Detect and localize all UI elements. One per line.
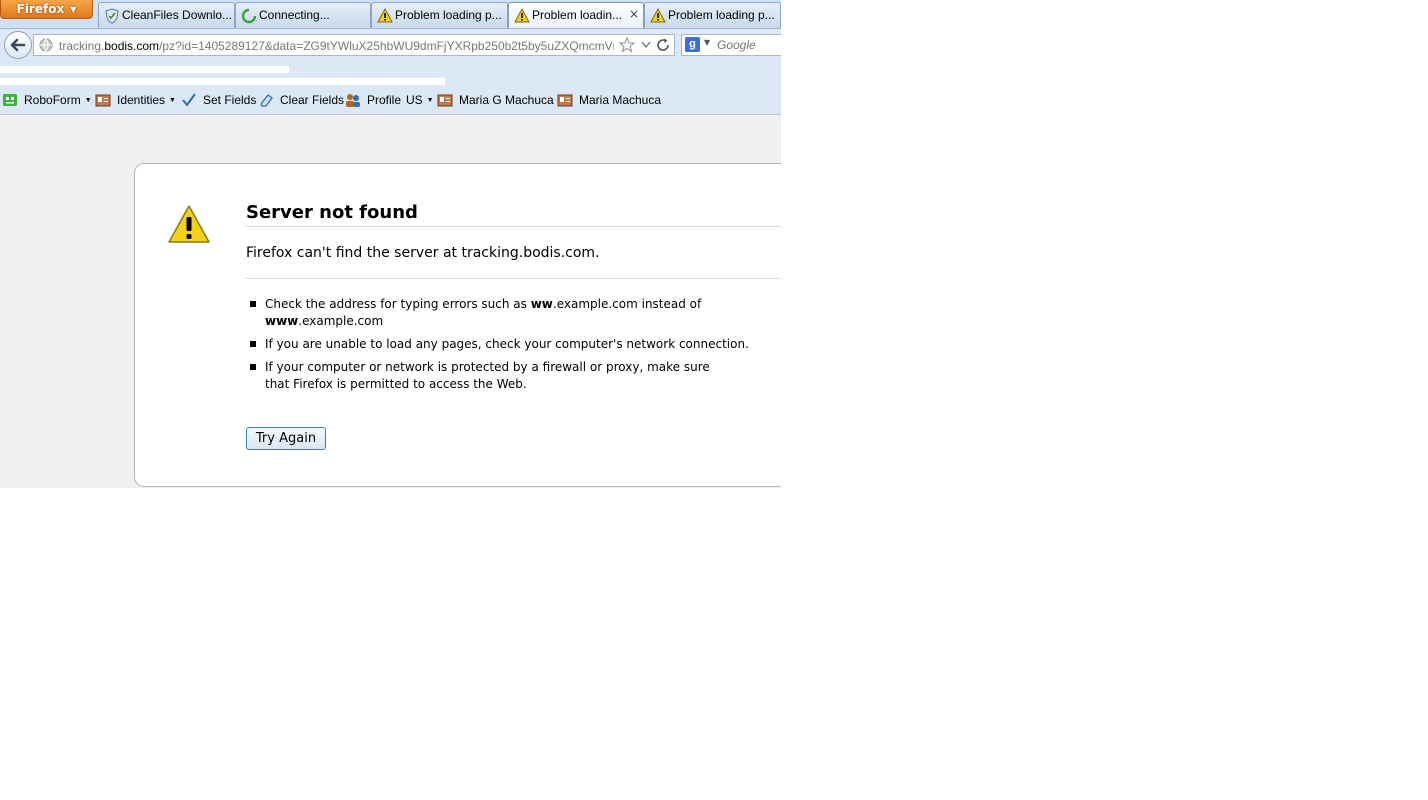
identity-label: Maria Machuca: [579, 93, 662, 107]
url-bar[interactable]: tracking.bodis.com/pz?id=1405289127&data…: [33, 34, 675, 56]
roboform-label: RoboForm ▼: [24, 93, 92, 107]
roboform-robot-icon: [3, 94, 17, 106]
identity-maria-g-machuca[interactable]: Maria G Machuca: [437, 91, 554, 109]
bookmarks-toolbar: [0, 60, 781, 86]
identity-card-icon: [437, 94, 453, 107]
error-title: Server not found: [246, 202, 418, 223]
tab-label: Problem loadin...: [532, 8, 623, 22]
tab-problem-loading-active[interactable]: Problem loadin... ×: [508, 2, 644, 28]
warning-icon: [168, 205, 210, 243]
back-arrow-icon: [10, 38, 26, 52]
list-item-text: Check the address for typing errors such…: [265, 297, 531, 311]
chevron-down-icon: ▼: [426, 97, 434, 104]
list-item-bold: ww: [530, 297, 553, 311]
profile-people-icon: [346, 94, 360, 107]
navigation-bar: tracking.bodis.com/pz?id=1405289127&data…: [0, 28, 781, 61]
browser-window: Firefox ▼ CleanFiles Downlo... Connecting…: [0, 0, 781, 488]
chevron-down-icon: ▼: [169, 97, 176, 104]
url-text[interactable]: tracking.bodis.com/pz?id=1405289127&data…: [59, 39, 614, 53]
list-item: If your computer or network is protected…: [250, 359, 735, 393]
profile-button[interactable]: Profile: [345, 91, 405, 109]
identities-button[interactable]: Identities ▼: [95, 91, 177, 109]
roboform-button[interactable]: RoboForm ▼: [2, 91, 92, 109]
tab-label: Connecting...: [259, 8, 330, 22]
toolbar-bar: [0, 66, 289, 73]
eraser-icon: [260, 94, 273, 107]
error-page-container: Server not found Firefox can't find the …: [134, 163, 781, 487]
loading-spinner-icon: [241, 8, 257, 24]
url-domain: bodis.com: [104, 39, 160, 53]
roboform-text: RoboForm: [24, 93, 81, 107]
tab-problem-loading-1[interactable]: Problem loading p...: [371, 2, 508, 28]
tab-problem-loading-2[interactable]: Problem loading p...: [644, 2, 781, 28]
search-input[interactable]: Google: [717, 38, 756, 52]
list-item-text: If you are unable to load any pages, che…: [265, 337, 749, 351]
chevron-down-icon: ▼: [70, 5, 77, 14]
identity-label: Maria G Machuca: [459, 93, 554, 107]
chevron-down-icon[interactable]: ▼: [704, 38, 710, 47]
tab-label: Problem loading p...: [395, 8, 502, 22]
toolbar-bar: [0, 78, 445, 85]
tab-connecting[interactable]: Connecting...: [235, 2, 371, 28]
search-bar[interactable]: g ▼ Google: [681, 34, 781, 56]
warning-icon: [514, 8, 530, 23]
try-again-button[interactable]: Try Again: [246, 427, 326, 450]
bullet-icon: [250, 341, 256, 347]
identities-text: Identities: [117, 93, 166, 107]
firefox-menu-label: Firefox: [16, 2, 65, 16]
set-fields-button[interactable]: Set Fields: [181, 91, 257, 109]
clear-fields-label: Clear Fields: [280, 93, 345, 107]
profile-us-label: US ▼: [406, 93, 434, 107]
identity-card-icon: [95, 94, 111, 107]
tab-label: CleanFiles Downlo...: [122, 8, 233, 22]
identities-label: Identities ▼: [117, 93, 176, 107]
back-button[interactable]: [4, 31, 32, 59]
profile-us-dropdown[interactable]: US ▼: [406, 91, 434, 109]
bullet-icon: [250, 364, 256, 370]
checkmark-icon: [182, 93, 196, 107]
bullet-icon: [250, 301, 256, 307]
tab-strip: Firefox ▼ CleanFiles Downlo... Connecting…: [0, 0, 781, 28]
list-item-text: .example.com: [298, 314, 384, 328]
shield-icon: [105, 8, 119, 24]
warning-icon: [650, 8, 666, 23]
reload-icon[interactable]: [655, 37, 671, 53]
error-suggestions-list: Check the address for typing errors such…: [250, 296, 750, 399]
profile-label: Profile: [367, 93, 402, 107]
list-item-bold: www: [265, 314, 299, 328]
chevron-down-icon[interactable]: [640, 38, 652, 50]
url-path: /pz?id=1405289127&data=ZG9tYWluX25hbWU9d…: [159, 39, 614, 53]
list-item: If you are unable to load any pages, che…: [250, 336, 750, 353]
list-item: Check the address for typing errors such…: [250, 296, 750, 330]
tab-label: Problem loading p...: [668, 8, 775, 22]
globe-icon: [39, 38, 53, 52]
profile-us-text: US: [406, 93, 423, 107]
divider: [245, 226, 781, 227]
identity-card-icon: [557, 94, 573, 107]
roboform-toolbar: RoboForm ▼ Identities ▼ Set Fields Clear F…: [0, 86, 781, 115]
list-item-text: If your computer or network is protected…: [265, 360, 710, 391]
identity-maria-machuca[interactable]: Maria Machuca: [557, 91, 663, 109]
bookmark-star-icon[interactable]: [618, 36, 636, 54]
divider: [245, 278, 781, 279]
clear-fields-button[interactable]: Clear Fields: [258, 91, 345, 109]
url-prefix: tracking.: [59, 39, 105, 53]
error-short-description: Firefox can't find the server at trackin…: [246, 245, 600, 261]
tab-cleanfiles[interactable]: CleanFiles Downlo...: [98, 2, 235, 28]
chevron-down-icon: ▼: [84, 97, 92, 104]
warning-icon: [377, 8, 393, 23]
google-icon[interactable]: g: [685, 37, 700, 52]
firefox-menu-button[interactable]: Firefox ▼: [0, 0, 93, 19]
set-fields-label: Set Fields: [203, 93, 257, 107]
list-item-text: .example.com instead of: [552, 297, 702, 311]
close-icon[interactable]: ×: [629, 7, 639, 21]
